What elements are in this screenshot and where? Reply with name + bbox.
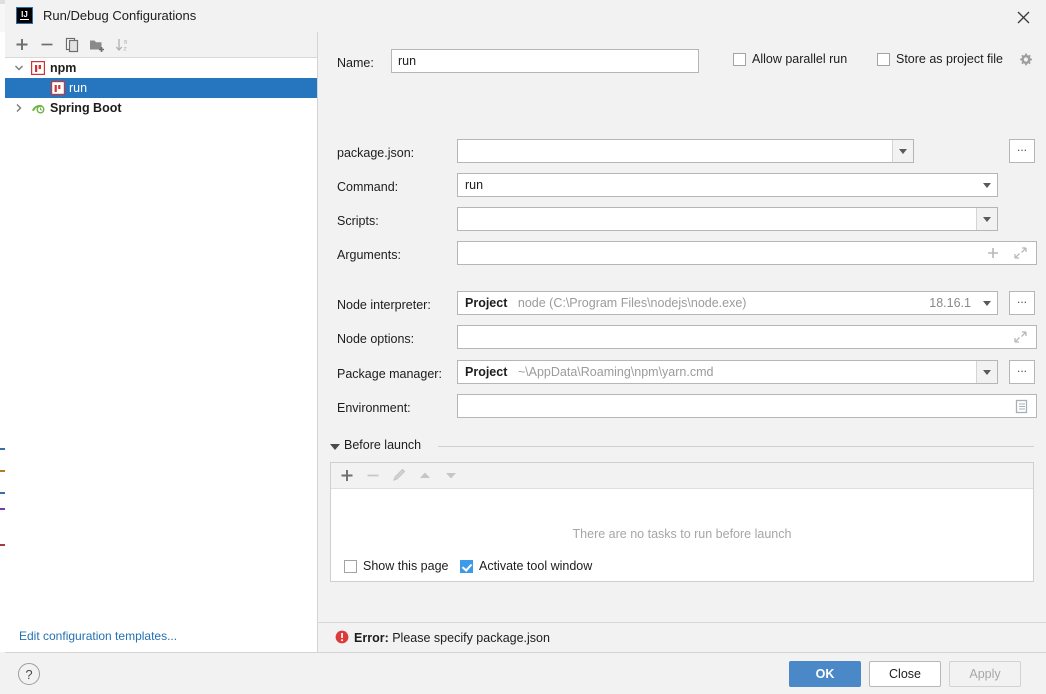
configurations-toolbar: a z	[5, 32, 317, 58]
scripts-label: Scripts:	[337, 214, 379, 228]
error-icon	[335, 630, 349, 647]
environment-input[interactable]	[457, 394, 1037, 418]
add-task-button[interactable]	[335, 465, 359, 486]
name-input-value: run	[398, 54, 417, 68]
dialog-title: Run/Debug Configurations	[43, 8, 197, 23]
edit-task-button[interactable]	[387, 465, 411, 486]
name-input[interactable]: run	[391, 49, 699, 73]
dialog-button-bar: ? OK Close Apply	[5, 652, 1046, 694]
checkbox-box	[344, 560, 357, 573]
tree-item-npm[interactable]: npm	[5, 58, 317, 78]
svg-text:z: z	[124, 46, 127, 53]
scripts-dropdown[interactable]	[457, 207, 998, 231]
package-json-input[interactable]	[457, 139, 914, 163]
edit-configuration-templates-link[interactable]: Edit configuration templates...	[19, 629, 177, 643]
dialog-title-bar: IJ Run/Debug Configurations	[5, 0, 1046, 33]
new-folder-button[interactable]	[86, 34, 108, 55]
package-manager-dropdown[interactable]: Project ~\AppData\Roaming\npm\yarn.cmd	[457, 360, 998, 384]
list-editor-icon[interactable]	[1015, 399, 1028, 417]
move-task-down-button[interactable]	[439, 465, 463, 486]
package-manager-path: ~\AppData\Roaming\npm\yarn.cmd	[517, 365, 714, 379]
tree-item-label: run	[69, 81, 88, 95]
checkbox-box	[733, 53, 746, 66]
svg-text:a: a	[124, 39, 128, 46]
tree-item-label: Spring Boot	[50, 101, 122, 115]
intellij-idea-icon: IJ	[16, 7, 33, 24]
package-manager-browse-button[interactable]: ...	[1009, 360, 1035, 384]
tree-item-spring-boot[interactable]: Spring Boot	[5, 98, 317, 118]
triangle-down-icon[interactable]	[330, 444, 340, 450]
configuration-form-panel: Name: run Allow parallel run Store as pr…	[318, 32, 1046, 652]
help-button[interactable]: ?	[18, 663, 40, 685]
remove-configuration-button[interactable]	[36, 34, 58, 55]
add-configuration-button[interactable]	[11, 34, 33, 55]
close-icon[interactable]	[1000, 0, 1046, 31]
before-launch-title: Before launch	[344, 438, 422, 452]
plus-icon[interactable]	[986, 246, 1000, 263]
move-task-up-button[interactable]	[413, 465, 437, 486]
gear-icon[interactable]	[1018, 52, 1033, 70]
validation-status-bar: Error: Please specify package.json	[318, 622, 1046, 653]
copy-configuration-button[interactable]	[61, 34, 83, 55]
remove-task-button[interactable]	[361, 465, 385, 486]
package-json-browse-button[interactable]: ...	[1009, 139, 1035, 163]
node-interpreter-label: Node interpreter:	[337, 298, 431, 312]
show-this-page-label: Show this page	[363, 559, 449, 573]
package-json-label: package.json:	[337, 146, 415, 160]
apply-button[interactable]: Apply	[949, 661, 1021, 687]
error-prefix: Error:	[354, 631, 389, 645]
configurations-tree: npm run Spring Boot	[5, 58, 317, 258]
node-options-label: Node options:	[337, 332, 415, 346]
chevron-down-icon[interactable]	[11, 58, 27, 78]
sort-configurations-button[interactable]: a z	[112, 34, 134, 55]
package-manager-label: Package manager:	[337, 367, 442, 381]
checkbox-box	[877, 53, 890, 66]
command-value: run	[465, 178, 484, 192]
expand-icon[interactable]	[1013, 246, 1028, 263]
close-button[interactable]: Close	[869, 661, 941, 687]
error-message: Please specify package.json	[392, 631, 550, 645]
chevron-down-icon[interactable]	[892, 140, 913, 162]
node-interpreter-dropdown[interactable]: Project node (C:\Program Files\nodejs\no…	[457, 291, 998, 315]
before-launch-toolbar	[331, 463, 1033, 489]
chevron-right-icon[interactable]	[11, 98, 27, 118]
node-interpreter-scope: Project	[465, 296, 508, 310]
chevron-down-icon[interactable]	[976, 208, 997, 230]
spring-boot-icon	[31, 101, 46, 121]
expand-icon[interactable]	[1013, 330, 1028, 347]
activate-tool-window-label: Activate tool window	[479, 559, 593, 573]
configurations-list-panel: a z npm run Spring Boot Edit configurati…	[5, 32, 318, 652]
section-divider	[438, 446, 1034, 447]
run-debug-configurations-dialog: IJ Run/Debug Configurations a z npm run …	[5, 0, 1046, 694]
arguments-input[interactable]	[457, 241, 1037, 265]
command-dropdown[interactable]: run	[457, 173, 998, 197]
allow-parallel-run-label: Allow parallel run	[752, 52, 848, 66]
node-interpreter-path: node (C:\Program Files\nodejs\node.exe)	[517, 296, 747, 310]
tree-item-label: npm	[50, 61, 77, 75]
chevron-down-icon[interactable]	[976, 361, 997, 383]
node-interpreter-browse-button[interactable]: ...	[1009, 291, 1035, 315]
node-options-input[interactable]	[457, 325, 1037, 349]
node-interpreter-version: 18.16.1	[929, 296, 971, 310]
checkbox-box	[460, 560, 473, 573]
chevron-down-icon[interactable]	[976, 174, 997, 196]
chevron-down-icon[interactable]	[976, 292, 997, 314]
command-label: Command:	[337, 180, 399, 194]
store-as-project-file-label: Store as project file	[896, 52, 1003, 66]
ok-button[interactable]: OK	[789, 661, 861, 687]
tree-item-run[interactable]: run	[5, 78, 317, 98]
package-manager-scope: Project	[465, 365, 508, 379]
arguments-label: Arguments:	[337, 248, 401, 262]
before-launch-section-header: Before launch	[330, 438, 1034, 456]
environment-label: Environment:	[337, 401, 411, 415]
name-label: Name:	[337, 56, 374, 70]
